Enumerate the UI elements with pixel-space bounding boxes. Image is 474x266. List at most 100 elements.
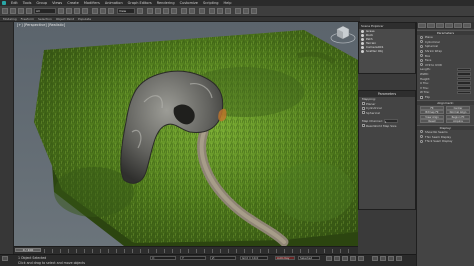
- go-to-start-icon[interactable]: [326, 256, 332, 261]
- pivot-icon[interactable]: [137, 8, 143, 14]
- bitmap-fit-button[interactable]: Bitmap Fit: [420, 110, 444, 115]
- utilities-tab-icon[interactable]: [463, 23, 471, 28]
- width-spinner[interactable]: [457, 72, 471, 76]
- redo-icon[interactable]: [10, 8, 16, 14]
- menu-animation[interactable]: Animation: [105, 1, 123, 5]
- align-icon[interactable]: [189, 8, 195, 14]
- menu-views[interactable]: Views: [52, 1, 62, 5]
- scale-icon[interactable]: [108, 8, 114, 14]
- menu-graph-editors[interactable]: Graph Editors: [128, 1, 152, 5]
- v-tile-spinner[interactable]: [457, 86, 471, 90]
- display-tab-icon[interactable]: [454, 23, 462, 28]
- hierarchy-tab-icon[interactable]: [436, 23, 444, 28]
- maxscript-listener-icon[interactable]: [2, 256, 8, 261]
- viewport-label[interactable]: [+] [Perspective] [Realistic]: [17, 23, 65, 27]
- modify-tab-icon[interactable]: [427, 23, 435, 28]
- orbit-icon[interactable]: [388, 256, 394, 261]
- ribbon-tab-populate[interactable]: Populate: [78, 17, 91, 21]
- reference-coord-dropdown[interactable]: View: [117, 8, 135, 14]
- radio-icon[interactable]: [362, 111, 365, 114]
- create-tab-icon[interactable]: [418, 23, 426, 28]
- mapping-option[interactable]: Spherical: [359, 111, 415, 116]
- undo-icon[interactable]: [2, 8, 8, 14]
- menu-help[interactable]: Help: [224, 1, 232, 5]
- radio-icon[interactable]: [420, 49, 423, 53]
- render-setup-icon[interactable]: [235, 8, 241, 14]
- app-icon[interactable]: [2, 1, 6, 5]
- zoom-icon[interactable]: [372, 256, 378, 261]
- angle-snap-icon[interactable]: [155, 8, 161, 14]
- motion-tab-icon[interactable]: [445, 23, 453, 28]
- time-slider[interactable]: 0 / 100: [15, 248, 41, 252]
- length-spinner[interactable]: [457, 67, 471, 72]
- eye-icon[interactable]: [361, 29, 364, 33]
- ribbon-tab-modeling[interactable]: Modeling: [3, 17, 17, 21]
- layer-manager-icon[interactable]: [199, 8, 205, 14]
- view-align-button[interactable]: View Align: [420, 114, 444, 119]
- region-fit-button[interactable]: Region Fit: [446, 114, 470, 119]
- radio-icon[interactable]: [420, 58, 423, 62]
- viewcube-icon[interactable]: [330, 23, 356, 45]
- acquire-button[interactable]: Acquire: [446, 119, 470, 124]
- w-tile-spinner[interactable]: [457, 90, 471, 95]
- percent-snap-icon[interactable]: [163, 8, 169, 14]
- reset-button[interactable]: Reset: [420, 119, 444, 124]
- select-object-icon[interactable]: [58, 8, 64, 14]
- render-production-icon[interactable]: [251, 8, 257, 14]
- auto-key-button[interactable]: Auto Key: [275, 256, 295, 260]
- rotate-icon[interactable]: [100, 8, 106, 14]
- unlink-icon[interactable]: [26, 8, 32, 14]
- selection-filter-dropdown[interactable]: All: [34, 8, 56, 14]
- menu-modifiers[interactable]: Modifiers: [84, 1, 100, 5]
- y-coordinate-field[interactable]: Y:: [180, 256, 206, 260]
- real-world-row[interactable]: Real-World Map Size: [359, 124, 415, 129]
- material-editor-icon[interactable]: [225, 8, 231, 14]
- perspective-viewport[interactable]: [+] [Perspective] [Realistic]: [14, 22, 358, 246]
- normal-align-button[interactable]: Normal Align: [446, 110, 470, 115]
- snaps-toggle-icon[interactable]: [147, 8, 153, 14]
- spinner-snap-icon[interactable]: [171, 8, 177, 14]
- menu-group[interactable]: Group: [36, 1, 47, 5]
- map-channel-spinner[interactable]: 1: [383, 119, 398, 124]
- radio-icon[interactable]: [362, 102, 365, 105]
- maximize-viewport-icon[interactable]: [396, 256, 402, 261]
- play-icon[interactable]: [342, 256, 348, 261]
- key-filter-dropdown[interactable]: Selected: [298, 256, 320, 260]
- radio-icon[interactable]: [420, 130, 423, 134]
- radio-row[interactable]: Thick Seam Display: [417, 139, 474, 144]
- rendered-frame-icon[interactable]: [243, 8, 249, 14]
- curve-editor-icon[interactable]: [209, 8, 215, 14]
- link-icon[interactable]: [18, 8, 24, 14]
- fit-button[interactable]: Fit: [420, 105, 444, 110]
- timeline[interactable]: 0 / 100: [14, 246, 358, 254]
- menu-customize[interactable]: Customize: [180, 1, 198, 5]
- u-tile-spinner[interactable]: [457, 81, 471, 85]
- menu-tools[interactable]: Tools: [23, 1, 32, 5]
- eye-icon[interactable]: [361, 41, 364, 45]
- ribbon-tab-object-paint[interactable]: Object Paint: [56, 17, 74, 21]
- flip-row[interactable]: Flip: [417, 95, 474, 100]
- schematic-view-icon[interactable]: [217, 8, 223, 14]
- menu-rendering[interactable]: Rendering: [157, 1, 175, 5]
- region-select-icon[interactable]: [74, 8, 80, 14]
- previous-frame-icon[interactable]: [334, 256, 340, 261]
- radio-icon[interactable]: [420, 40, 423, 44]
- z-coordinate-field[interactable]: Z:: [210, 256, 236, 260]
- eye-icon[interactable]: [361, 49, 364, 53]
- radio-icon[interactable]: [420, 35, 423, 39]
- menu-edit[interactable]: Edit: [11, 1, 18, 5]
- viewport-scene[interactable]: [14, 22, 358, 246]
- center-button[interactable]: Center: [446, 105, 470, 110]
- ribbon-tab-freeform[interactable]: Freeform: [21, 17, 34, 21]
- radio-icon[interactable]: [420, 135, 423, 139]
- eye-icon[interactable]: [361, 45, 364, 49]
- menu-create[interactable]: Create: [67, 1, 79, 5]
- radio-icon[interactable]: [420, 139, 423, 143]
- select-by-name-icon[interactable]: [66, 8, 72, 14]
- radio-icon[interactable]: [420, 63, 423, 67]
- ribbon-tab-selection[interactable]: Selection: [38, 17, 52, 21]
- checkbox-icon[interactable]: [362, 124, 365, 127]
- x-coordinate-field[interactable]: X:: [150, 256, 176, 260]
- timeline-ticks[interactable]: [44, 249, 356, 253]
- height-spinner[interactable]: [457, 76, 471, 81]
